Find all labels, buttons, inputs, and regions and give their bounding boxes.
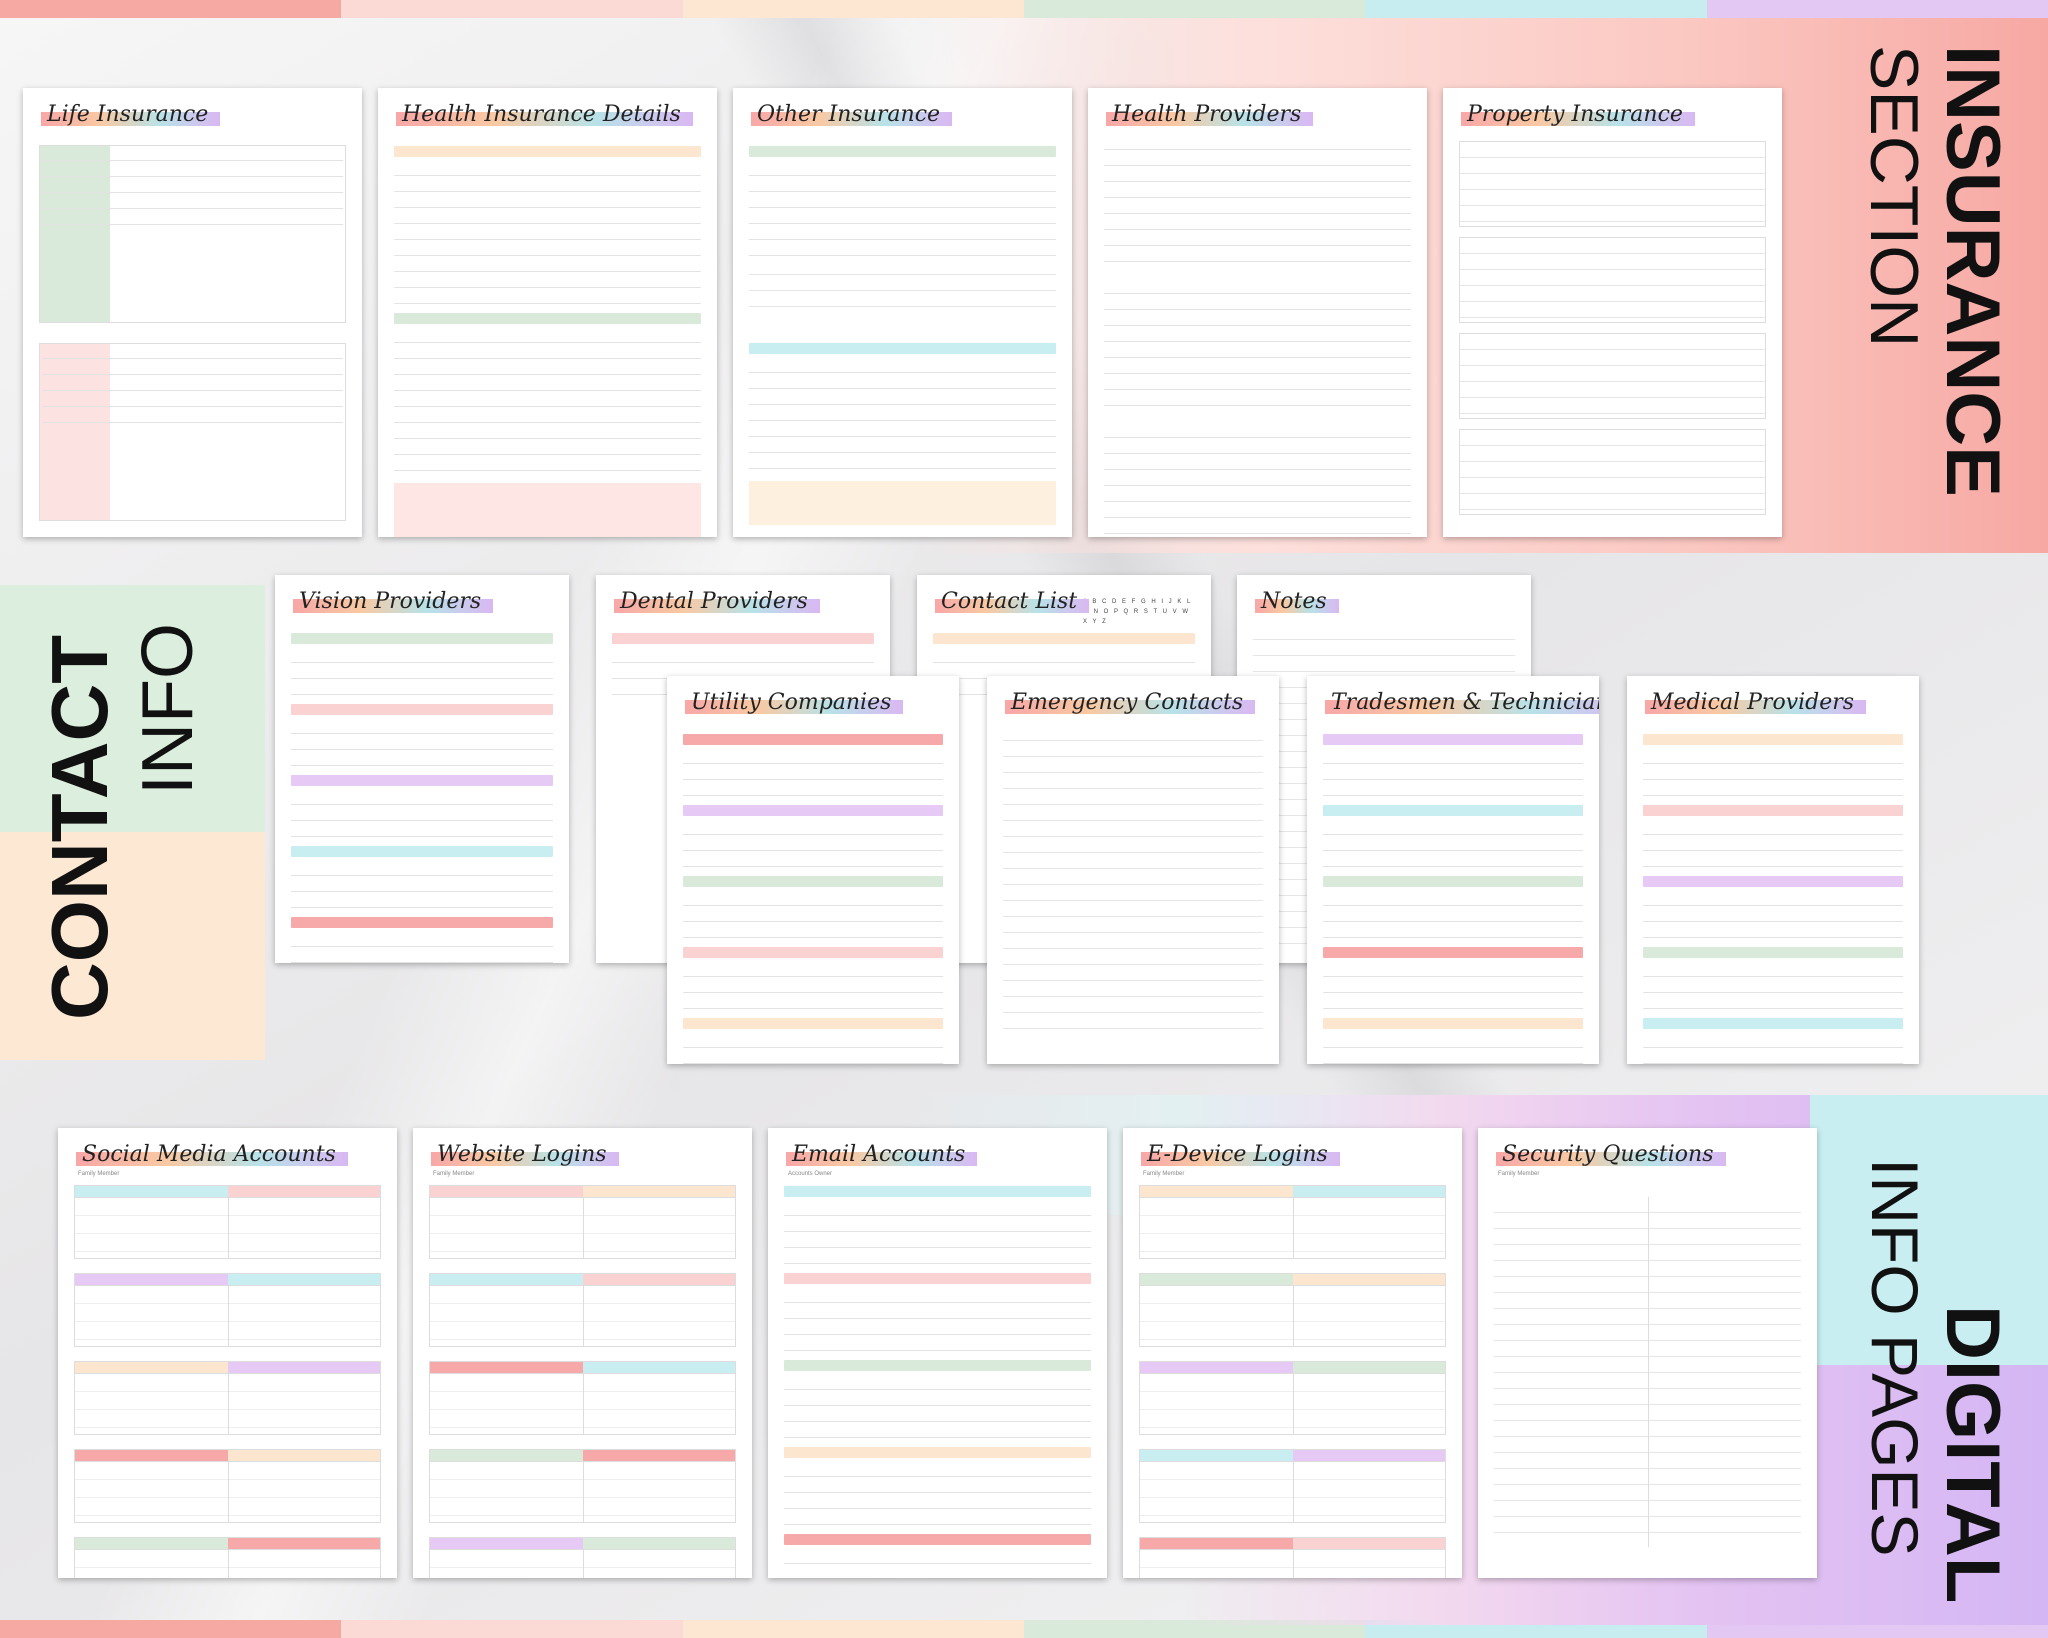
page-title: Website Logins xyxy=(431,1142,619,1167)
stripe-segment xyxy=(0,0,342,18)
insurance-subtitle: SECTION xyxy=(1856,45,1932,348)
page-title: Contact List xyxy=(935,589,1090,614)
page-title: Tradesmen & Technicians xyxy=(1325,690,1599,715)
page-title: Social Media Accounts xyxy=(76,1142,348,1167)
stripe-segment xyxy=(1706,0,2048,18)
page-title: Dental Providers xyxy=(614,589,820,614)
page-title: Other Insurance xyxy=(751,102,953,127)
insurance-title: INSURANCE xyxy=(1930,45,2015,497)
health-insurance-page[interactable]: Health Insurance Details xyxy=(378,88,717,537)
stripe-segment xyxy=(341,1620,683,1638)
vision-providers-page[interactable]: Vision Providers xyxy=(275,575,569,963)
stripe-segment xyxy=(682,1620,1024,1638)
page-title: Medical Providers xyxy=(1645,690,1867,715)
top-color-stripe xyxy=(0,0,2048,18)
stripe-segment xyxy=(1023,0,1366,18)
health-providers-page[interactable]: Health Providers xyxy=(1088,88,1427,537)
utility-companies-page[interactable]: Utility Companies xyxy=(667,676,959,1064)
page-title: Notes xyxy=(1255,589,1339,614)
digital-title: DIGITAL xyxy=(1930,1305,2015,1604)
contact-title: CONTACT xyxy=(35,634,124,1020)
page-title: Life Insurance xyxy=(41,102,221,127)
property-insurance-page[interactable]: Property Insurance xyxy=(1443,88,1782,537)
page-title: Health Providers xyxy=(1106,102,1314,127)
tradesmen-page[interactable]: Tradesmen & Technicians xyxy=(1307,676,1599,1064)
stripe-segment xyxy=(682,0,1024,18)
email-accounts-page[interactable]: Email Accounts Accounts Owner xyxy=(768,1128,1107,1578)
page-title: Vision Providers xyxy=(293,589,494,614)
life-insurance-page[interactable]: Life Insurance xyxy=(23,88,362,537)
contact-subtitle: INFO xyxy=(128,623,208,795)
digital-subtitle: INFO PAGES xyxy=(1858,1158,1932,1557)
page-title: Health Insurance Details xyxy=(396,102,693,127)
page-title: Emergency Contacts xyxy=(1005,690,1256,715)
stripe-segment xyxy=(341,0,683,18)
page-title: Email Accounts xyxy=(786,1142,978,1167)
page-title: Property Insurance xyxy=(1461,102,1695,127)
social-media-page[interactable]: Social Media Accounts Family Member xyxy=(58,1128,397,1578)
stripe-segment xyxy=(0,1620,342,1638)
page-title: E-Device Logins xyxy=(1141,1142,1340,1167)
security-questions-page[interactable]: Security Questions Family Member xyxy=(1478,1128,1817,1578)
stripe-segment xyxy=(1365,0,1707,18)
website-logins-page[interactable]: Website Logins Family Member xyxy=(413,1128,752,1578)
emergency-contacts-page[interactable]: Emergency Contacts xyxy=(987,676,1279,1064)
page-title: Utility Companies xyxy=(685,690,904,715)
other-insurance-page[interactable]: Other Insurance xyxy=(733,88,1072,537)
edevice-logins-page[interactable]: E-Device Logins Family Member xyxy=(1123,1128,1462,1578)
medical-providers-page[interactable]: Medical Providers xyxy=(1627,676,1919,1064)
page-title: Security Questions xyxy=(1496,1142,1725,1167)
